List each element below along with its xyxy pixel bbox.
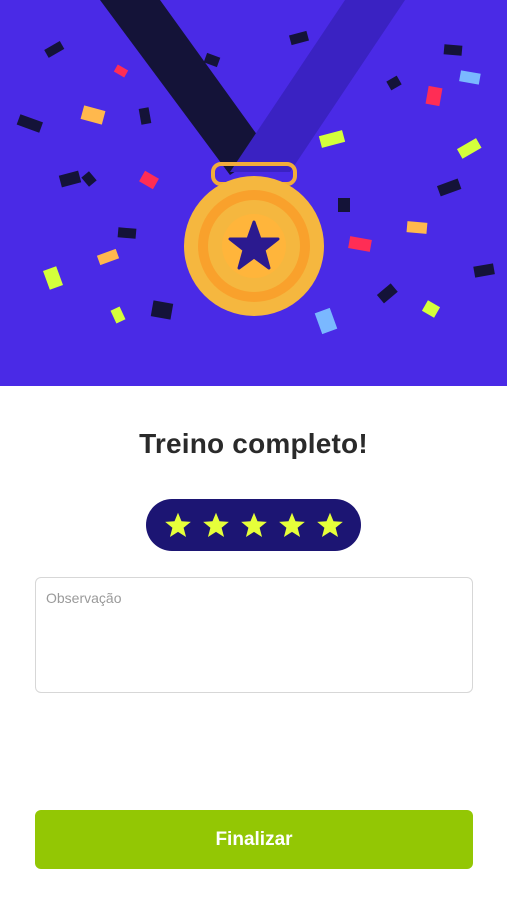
star-rating[interactable] <box>146 499 361 551</box>
rating-star-3-icon[interactable] <box>240 511 268 539</box>
rating-star-1-icon[interactable] <box>164 511 192 539</box>
ribbon-left <box>100 0 268 175</box>
ribbon-right <box>230 0 405 172</box>
celebration-hero <box>0 0 507 386</box>
rating-star-5-icon[interactable] <box>316 511 344 539</box>
observation-field[interactable] <box>35 577 473 693</box>
page-title: Treino completo! <box>139 428 368 459</box>
medal-icon <box>184 176 324 316</box>
medal-illustration <box>16 0 495 335</box>
finish-button[interactable]: Finalizar <box>35 810 473 869</box>
rating-star-2-icon[interactable] <box>202 511 230 539</box>
rating-star-4-icon[interactable] <box>278 511 306 539</box>
